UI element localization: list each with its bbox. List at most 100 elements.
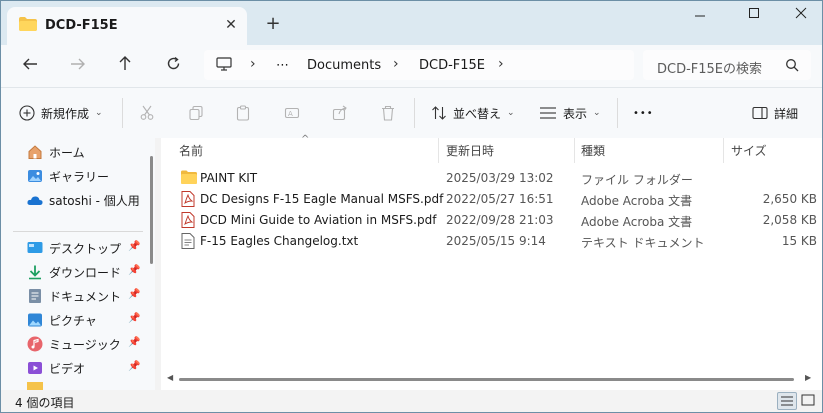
onedrive-cloud-icon: [27, 196, 43, 205]
sort-button-label: 並べ替え: [453, 106, 502, 121]
horizontal-scrollbar[interactable]: [179, 378, 794, 381]
cut-icon[interactable]: [139, 103, 155, 123]
file-name: DCD Mini Guide to Aviation in MSFS.pdf: [200, 213, 437, 227]
sidebar-item-videos[interactable]: ビデオ: [27, 358, 85, 378]
sidebar-item-music[interactable]: ミュージック: [27, 334, 121, 354]
new-button[interactable]: 新規作成 ⌄: [19, 103, 103, 123]
file-date: 2025/03/29 13:02: [446, 171, 554, 185]
item-count: 4 個の項目: [15, 396, 75, 410]
file-row[interactable]: PAINT KIT 2025/03/29 13:02 ファイル フォルダー: [175, 168, 815, 189]
navigation-pane: ホーム ギャラリー satoshi - 個人用 デスクトップ 📌 ダウンロード …: [1, 138, 149, 390]
pdf-icon: [181, 212, 195, 231]
chevron-down-icon: ⌄: [507, 108, 515, 118]
file-type: ファイル フォルダー: [581, 173, 693, 187]
breadcrumb-overflow[interactable]: ⋯: [276, 58, 290, 73]
download-icon: [29, 265, 41, 280]
close-icon[interactable]: [786, 7, 816, 29]
sort-ascending-icon: ^: [301, 134, 310, 145]
view-button[interactable]: 表示 ⌄: [539, 103, 601, 123]
file-row[interactable]: F-15 Eagles Changelog.txt 2025/05/15 9:1…: [175, 231, 817, 252]
delete-icon[interactable]: [380, 103, 396, 123]
more-options-icon[interactable]: •••: [633, 103, 654, 123]
sidebar-item-pictures[interactable]: ピクチャ: [27, 310, 97, 330]
column-divider[interactable]: [438, 138, 439, 163]
column-header-name[interactable]: 名前: [179, 142, 203, 159]
maximize-icon[interactable]: [739, 7, 769, 29]
file-row[interactable]: DC Designs F-15 Eagle Manual MSFS.pdf 20…: [175, 189, 817, 210]
pin-icon[interactable]: 📌: [128, 337, 140, 348]
pin-icon[interactable]: 📌: [128, 265, 140, 276]
scroll-left-icon[interactable]: ◀: [167, 373, 173, 382]
details-view-icon[interactable]: [777, 392, 797, 410]
sort-button[interactable]: 並べ替え ⌄: [431, 103, 515, 123]
tab-title: DCD-F15E: [45, 18, 118, 33]
details-pane-icon: [752, 106, 768, 120]
details-pane-button[interactable]: 詳細: [752, 103, 798, 123]
video-icon: [28, 362, 42, 374]
tiles-view-icon[interactable]: [799, 392, 819, 410]
pin-icon[interactable]: 📌: [128, 241, 140, 252]
sidebar-scrollbar-thumb[interactable]: [150, 156, 153, 264]
close-icon[interactable]: ✕: [221, 15, 241, 35]
file-row[interactable]: DCD Mini Guide to Aviation in MSFS.pdf 2…: [175, 210, 817, 231]
sidebar-item-label: ピクチャ: [49, 313, 97, 328]
sort-icon: [432, 106, 446, 120]
column-divider[interactable]: [574, 138, 575, 163]
pin-icon[interactable]: 📌: [128, 313, 140, 324]
folder-icon: [27, 382, 43, 390]
copy-icon[interactable]: [188, 103, 204, 123]
sidebar-item-documents[interactable]: ドキュメント: [27, 286, 121, 306]
address-row: › ⋯ Documents › DCD-F15E › DCD-F15Eの検索: [1, 45, 822, 87]
file-explorer-window: DCD-F15E ✕ + › ⋯ Documents › DCD-F15E › …: [0, 0, 823, 413]
file-size: 2,650 KB: [762, 192, 817, 206]
sidebar-item-home[interactable]: ホーム: [27, 142, 85, 162]
column-header-type[interactable]: 種類: [581, 142, 605, 159]
back-arrow-icon[interactable]: [17, 54, 43, 78]
pdf-icon: [181, 191, 195, 210]
file-size: 2,058 KB: [762, 213, 817, 227]
refresh-icon[interactable]: [160, 54, 186, 78]
sidebar-item-label: ホーム: [49, 145, 85, 160]
breadcrumb-dcd-f15e[interactable]: DCD-F15E: [419, 58, 485, 73]
chevron-right-icon: ›: [498, 56, 504, 72]
divider: [13, 231, 143, 232]
pin-icon[interactable]: 📌: [128, 289, 140, 300]
up-arrow-icon[interactable]: [112, 54, 138, 78]
file-name: DC Designs F-15 Eagle Manual MSFS.pdf: [200, 192, 444, 206]
tab-dcd-f15e[interactable]: DCD-F15E ✕: [7, 7, 247, 45]
home-icon: [28, 145, 42, 159]
share-icon[interactable]: [332, 103, 348, 123]
sidebar-item-downloads[interactable]: ダウンロード: [27, 262, 121, 282]
desktop-icon: [27, 242, 43, 253]
plus-circle-icon: [19, 105, 35, 121]
command-bar: 新規作成 ⌄ A 並べ替え ⌄ 表示 ⌄ ••• 詳細: [1, 88, 822, 138]
sidebar-item-desktop[interactable]: デスクトップ: [27, 238, 121, 258]
sidebar-item-label: ミュージック: [49, 337, 121, 352]
address-bar[interactable]: › ⋯ Documents › DCD-F15E ›: [204, 50, 634, 80]
search-box[interactable]: DCD-F15Eの検索: [643, 50, 811, 80]
folder-icon: [19, 17, 37, 34]
tab-bar: DCD-F15E ✕ +: [1, 1, 822, 45]
forward-arrow-icon[interactable]: [65, 54, 91, 78]
column-header-size[interactable]: サイズ: [731, 142, 767, 159]
plus-icon[interactable]: +: [263, 14, 283, 34]
sidebar-item-partial[interactable]: [27, 382, 43, 390]
column-divider[interactable]: [723, 138, 724, 163]
search-icon[interactable]: [785, 58, 799, 75]
paste-icon[interactable]: [235, 103, 251, 123]
rename-icon[interactable]: A: [284, 103, 300, 123]
file-date: 2022/09/28 21:03: [446, 213, 554, 227]
sidebar-item-gallery[interactable]: ギャラリー: [27, 166, 109, 186]
minimize-icon[interactable]: [685, 7, 715, 29]
column-header-date[interactable]: 更新日時: [446, 142, 494, 159]
chevron-right-icon: ›: [250, 56, 256, 72]
sidebar-item-label: ギャラリー: [49, 169, 110, 184]
chevron-down-icon: ⌄: [95, 108, 103, 118]
pin-icon[interactable]: 📌: [128, 361, 140, 372]
file-date: 2022/05/27 16:51: [446, 192, 554, 206]
scroll-right-icon[interactable]: ▶: [805, 373, 811, 382]
sidebar-item-onedrive[interactable]: satoshi - 個人用: [27, 190, 140, 210]
breadcrumb-documents[interactable]: Documents: [307, 58, 381, 73]
gallery-icon: [28, 170, 42, 182]
svg-text:A: A: [288, 110, 293, 118]
